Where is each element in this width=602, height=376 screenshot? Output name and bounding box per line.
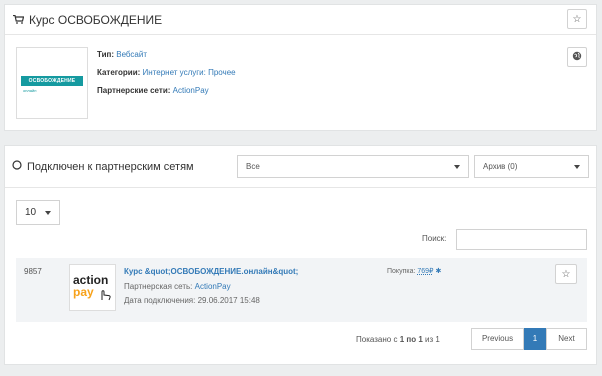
chevron-down-icon bbox=[45, 211, 51, 215]
offer-header: Курс ОСВОБОЖДЕНИЕ ☆ bbox=[5, 5, 596, 35]
pagination-info: Показано с 1 по 1 из 1 bbox=[356, 335, 440, 344]
actionpay-logo-line2: pay bbox=[73, 285, 94, 299]
page-1-button[interactable]: 1 bbox=[524, 328, 546, 350]
offer-logo-band: ОСВОБОЖДЕНИЕ bbox=[21, 76, 83, 86]
previous-button[interactable]: Previous bbox=[471, 328, 524, 350]
networks-row: Партнерские сети: ActionPay bbox=[97, 86, 209, 95]
chevron-down-icon bbox=[574, 165, 580, 169]
star-icon: ☆ bbox=[572, 13, 582, 25]
table-row: 9857 action pay Курс &quot;ОСВОБОЖДЕНИЕ.… bbox=[16, 258, 587, 322]
pagination-from: 1 bbox=[399, 335, 405, 344]
row-favorite-button[interactable]: ☆ bbox=[555, 264, 577, 284]
pointer-hand-icon bbox=[98, 287, 112, 303]
page-size-value: 10 bbox=[25, 207, 37, 218]
globe-icon bbox=[572, 51, 582, 64]
cart-icon bbox=[13, 13, 25, 27]
categories-row: Категории: Интернет услуги: Прочее bbox=[97, 68, 236, 77]
circle-icon bbox=[12, 160, 22, 173]
pagination-by: по bbox=[406, 335, 417, 344]
row-name-link[interactable]: Курс &quot;ОСВОБОЖДЕНИЕ.онлайн&quot; bbox=[124, 267, 298, 276]
networks-link[interactable]: ActionPay bbox=[173, 86, 209, 95]
networks-title-text: Подключен к партнерским сетям bbox=[27, 160, 194, 173]
actionpay-logo: action pay bbox=[69, 264, 116, 311]
categories-link[interactable]: Интернет услуги: Прочее bbox=[143, 68, 236, 77]
offer-logo: ОСВОБОЖДЕНИЕ онлайн bbox=[16, 47, 88, 119]
network-filter-value: Все bbox=[246, 162, 260, 171]
type-label: Тип: bbox=[97, 50, 114, 59]
pagination-prefix: Показано с bbox=[356, 335, 398, 344]
chevron-down-icon bbox=[454, 165, 460, 169]
row-network-label: Партнерская сеть: bbox=[124, 282, 193, 291]
offer-title-text: Курс ОСВОБОЖДЕНИЕ bbox=[29, 13, 163, 27]
offer-logo-sub: онлайн bbox=[23, 88, 37, 93]
search-label: Поиск: bbox=[422, 234, 447, 243]
networks-label: Партнерские сети: bbox=[97, 86, 171, 95]
star-icon: ☆ bbox=[561, 268, 571, 280]
row-date: Дата подключения: 29.06.2017 15:48 bbox=[124, 296, 260, 305]
row-date-label: Дата подключения: bbox=[124, 296, 196, 305]
networks-title: Подключен к партнерским сетям bbox=[12, 160, 194, 173]
row-purchase: Покупка: 769₽ ✱ bbox=[387, 267, 441, 275]
row-id: 9857 bbox=[24, 267, 42, 276]
archive-value: Архив (0) bbox=[483, 162, 518, 171]
type-row: Тип: Вебсайт bbox=[97, 50, 147, 59]
archive-select[interactable]: Архив (0) bbox=[474, 155, 589, 178]
type-link[interactable]: Вебсайт bbox=[116, 50, 147, 59]
row-date-value: 29.06.2017 15:48 bbox=[197, 296, 260, 305]
website-button[interactable] bbox=[567, 47, 587, 67]
next-button[interactable]: Next bbox=[546, 328, 587, 350]
network-filter-select[interactable]: Все bbox=[237, 155, 469, 178]
row-purchase-label: Покупка: bbox=[387, 268, 416, 275]
row-network: Партнерская сеть: ActionPay bbox=[124, 282, 231, 291]
gear-icon: ✱ bbox=[435, 268, 442, 275]
offer-title: Курс ОСВОБОЖДЕНИЕ bbox=[13, 13, 162, 27]
page-size-select[interactable]: 10 bbox=[16, 200, 60, 225]
pagination-of: из 1 bbox=[425, 335, 440, 344]
networks-header: Подключен к партнерским сетям Все Архив … bbox=[5, 146, 596, 188]
row-purchase-value[interactable]: 769₽ bbox=[417, 268, 433, 275]
networks-panel: Подключен к партнерским сетям Все Архив … bbox=[4, 145, 597, 365]
favorite-button[interactable]: ☆ bbox=[567, 9, 587, 29]
search-input[interactable] bbox=[456, 229, 587, 250]
pagination-to: 1 bbox=[418, 335, 423, 344]
categories-label: Категории: bbox=[97, 68, 141, 77]
row-network-link[interactable]: ActionPay bbox=[195, 282, 231, 291]
offer-panel: Курс ОСВОБОЖДЕНИЕ ☆ ОСВОБОЖДЕНИЕ онлайн … bbox=[4, 4, 597, 131]
